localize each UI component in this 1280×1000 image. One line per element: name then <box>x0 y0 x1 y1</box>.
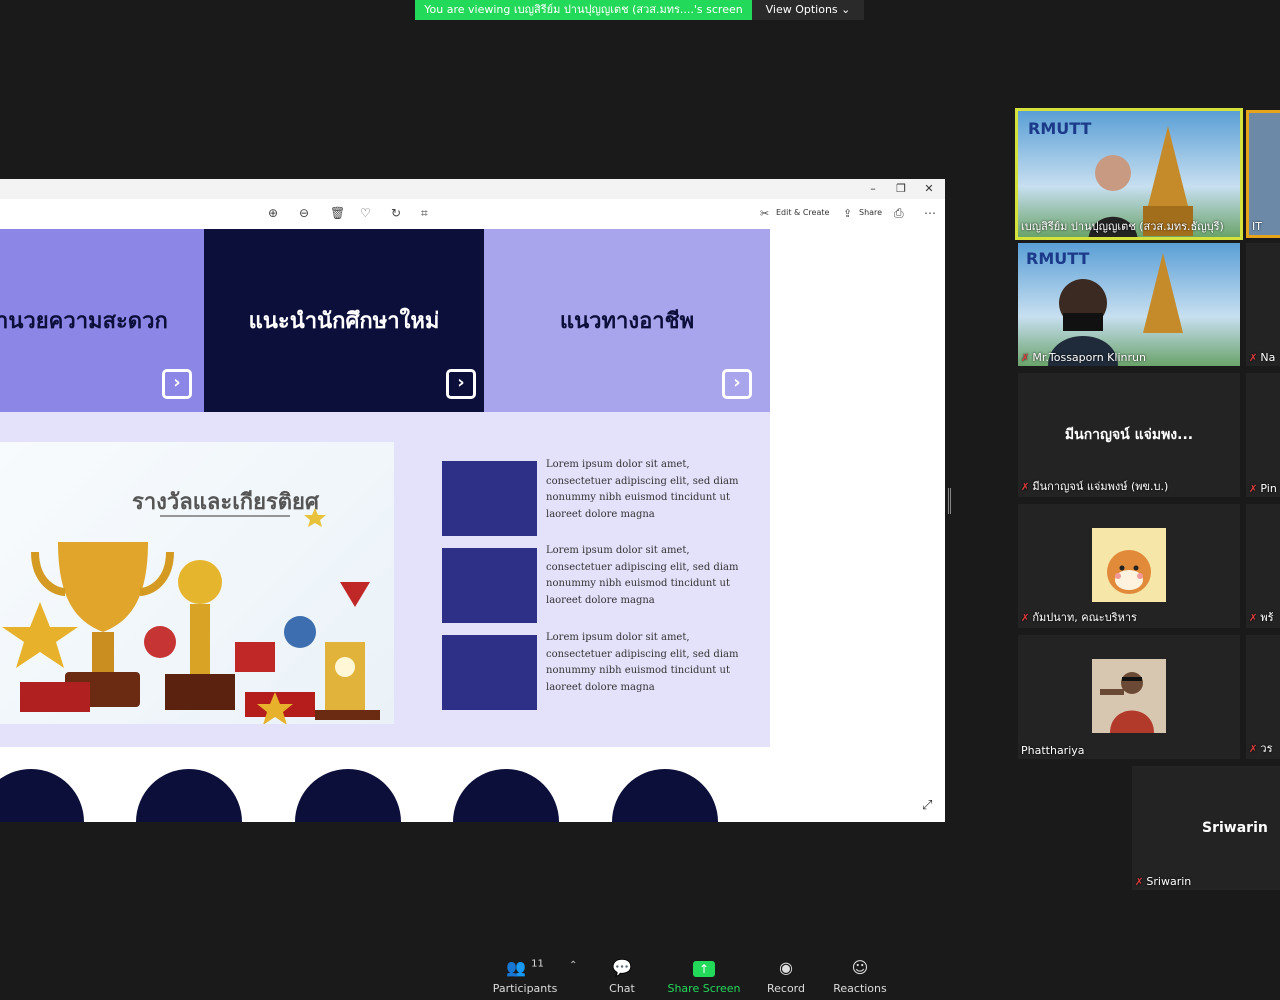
zoom-in-icon[interactable]: ⊕ <box>268 206 278 220</box>
share-icon: ⇪ <box>843 207 853 220</box>
awards-section: รางวัลและเกียรติยศ Lorem ipsum dolor sit… <box>0 412 770 747</box>
more-icon[interactable]: ⋯ <box>924 206 936 220</box>
tile-facilities: านวยความสะดวก › <box>0 229 204 412</box>
tile-facilities-label: านวยความสะดวก <box>0 309 168 334</box>
favorite-icon[interactable]: ♡ <box>360 206 371 220</box>
reactions-button[interactable]: ☺ Reactions <box>820 958 900 995</box>
photo-toolbar: ⊕ ⊖ 🗑 ♡ ↻ ⌗ ✂ Edit & Create ⇪ Share ⎙ ⋯ <box>0 199 945 229</box>
feature-square <box>442 548 537 623</box>
feature-text: Lorem ipsum dolor sit amet, consectetuer… <box>546 632 739 693</box>
avatar <box>1092 659 1166 733</box>
reactions-label: Reactions <box>833 982 887 995</box>
participant-big-name: มีนกาญจน์ แจ่มพง... <box>1064 427 1194 443</box>
shiba-dog-icon <box>1107 550 1151 594</box>
tile-career: แนวทางอาชีพ › <box>484 229 770 412</box>
video-tile-por[interactable]: ✗ พร้ <box>1246 504 1280 628</box>
avatar <box>1092 528 1166 602</box>
window-titlebar: – ❐ ✕ <box>0 179 945 199</box>
record-icon: ◉ <box>779 958 793 977</box>
participants-label: Participants <box>492 982 558 995</box>
video-tile-wor[interactable]: ✗ วร <box>1246 635 1280 759</box>
muted-mic-icon: ✗ <box>1021 353 1030 364</box>
chat-icon: 💬 <box>612 958 632 977</box>
rotate-icon[interactable]: ↻ <box>391 206 401 220</box>
panel-resize-handle[interactable] <box>948 488 951 514</box>
viewing-banner: You are viewing เบญสิรีย์ม ปานปุญญเตช (ส… <box>415 0 752 20</box>
banner-who: เบญสิรีย์ม ปานปุญญเตช (สวส.มทร....'s scr… <box>513 3 743 16</box>
share-screen-label: Share Screen <box>667 982 741 995</box>
participant-name: ✗ มีนกาญจน์ แจ่มพงษ์ (พข.บ.) <box>1021 480 1169 493</box>
muted-mic-icon: ✗ <box>1135 877 1144 888</box>
participants-button[interactable]: 👥 11 Participants <box>485 958 565 995</box>
tile-new-students: แนะนำนักศึกษาใหม่ › <box>204 229 484 412</box>
participant-name: ✗ Mr.Tossaporn Klinrun <box>1021 351 1146 364</box>
video-tile-kampanat[interactable]: ✗ กัมปนาท, คณะบริหาร <box>1018 504 1240 628</box>
share-screen-button[interactable]: ↑ Share Screen <box>664 958 744 995</box>
participant-name: IT <box>1252 220 1262 233</box>
minimize-icon[interactable]: – <box>866 182 880 195</box>
person-photo-icon <box>1100 672 1154 733</box>
video-tile-sriwarin[interactable]: Sriwarin ✗ Sriwarin <box>1132 766 1280 890</box>
chevron-up-icon[interactable]: ⌃ <box>569 960 577 971</box>
crop-icon[interactable]: ⌗ <box>421 206 428 221</box>
restore-icon[interactable]: ❐ <box>894 182 908 195</box>
participant-name: ✗ Pin <box>1249 482 1277 495</box>
chevron-right-icon: › <box>722 369 752 399</box>
chevron-right-icon: › <box>446 369 476 399</box>
participant-name: ✗ พร้ <box>1249 611 1274 624</box>
participant-count: 11 <box>531 958 544 970</box>
feature-text: Lorem ipsum dolor sit amet, consectetuer… <box>546 545 739 606</box>
video-tile-it[interactable]: IT <box>1246 110 1280 238</box>
chat-button[interactable]: 💬 Chat <box>582 958 662 995</box>
muted-mic-icon: ✗ <box>1249 613 1258 624</box>
video-tile-phatthariya[interactable]: Phatthariya <box>1018 635 1240 759</box>
muted-mic-icon: ✗ <box>1249 744 1258 755</box>
feature-square <box>442 635 537 710</box>
participant-name: Phatthariya <box>1021 744 1085 757</box>
participant-name: ✗ กัมปนาท, คณะบริหาร <box>1021 611 1137 624</box>
print-icon[interactable]: ⎙ <box>894 206 904 221</box>
video-tile-tossaporn[interactable]: RMUTT ✗ Mr.Tossaporn Klinrun <box>1018 243 1240 366</box>
close-icon[interactable]: ✕ <box>922 182 936 195</box>
video-tile-speaker[interactable]: RMUTT เบญสิรีย์ม ปานปุญญเตช (สวส.มทร.ธัญ… <box>1015 108 1243 240</box>
tile-career-label: แนวทางอาชีพ <box>559 309 695 334</box>
video-tile-na[interactable]: ✗ Na <box>1246 243 1280 366</box>
muted-mic-icon: ✗ <box>1021 613 1030 624</box>
feature-square <box>442 461 537 536</box>
chat-label: Chat <box>609 982 635 995</box>
participant-big-name: Sriwarin <box>1202 820 1268 836</box>
edit-create-button[interactable]: Edit & Create <box>776 208 829 217</box>
temple-icon <box>1048 253 1183 366</box>
muted-mic-icon: ✗ <box>1249 484 1258 495</box>
participant-name: ✗ วร <box>1249 742 1273 755</box>
share-screen-icon: ↑ <box>664 958 744 978</box>
participant-name: เบญสิรีย์ม ปานปุญญเตช (สวส.มทร.ธัญบุรี) <box>1021 220 1224 233</box>
muted-mic-icon: ✗ <box>1021 482 1030 493</box>
record-button[interactable]: ◉ Record <box>746 958 826 995</box>
slide-image: านวยความสะดวก › แนะนำนักศึกษาใหม่ › แนวท… <box>0 229 770 822</box>
participants-icon: 👥 11 <box>506 958 544 977</box>
awards-image: รางวัลและเกียรติยศ <box>0 442 394 724</box>
muted-mic-icon: ✗ <box>1249 353 1258 364</box>
banner-prefix: You are viewing <box>424 3 514 16</box>
view-options-button[interactable]: View Options ⌄ <box>752 0 864 20</box>
share-button[interactable]: Share <box>859 208 882 217</box>
video-tile-meenkarn[interactable]: มีนกาญจน์ แจ่มพง... ✗ มีนกาญจน์ แจ่มพงษ์ … <box>1018 373 1240 497</box>
trophy-icon <box>2 508 380 724</box>
delete-icon[interactable]: 🗑 <box>330 206 345 220</box>
zoom-out-icon[interactable]: ⊖ <box>299 206 309 220</box>
video-tile-pin[interactable]: ✗ Pin <box>1246 373 1280 497</box>
feature-text: Lorem ipsum dolor sit amet, consectetuer… <box>546 459 739 520</box>
chevron-right-icon: › <box>162 369 192 399</box>
record-label: Record <box>766 982 805 995</box>
participant-name: ✗ Na <box>1249 351 1276 364</box>
tile-new-students-label: แนะนำนักศึกษาใหม่ <box>248 309 440 334</box>
participant-name: ✗ Sriwarin <box>1135 875 1192 888</box>
expand-icon[interactable]: ⤢ <box>922 798 932 813</box>
shared-window: – ❐ ✕ ⊕ ⊖ 🗑 ♡ ↻ ⌗ ✂ Edit & Create ⇪ Shar… <box>0 179 945 822</box>
reactions-icon: ☺ <box>851 958 869 977</box>
edit-create-icon: ✂ <box>760 207 770 220</box>
